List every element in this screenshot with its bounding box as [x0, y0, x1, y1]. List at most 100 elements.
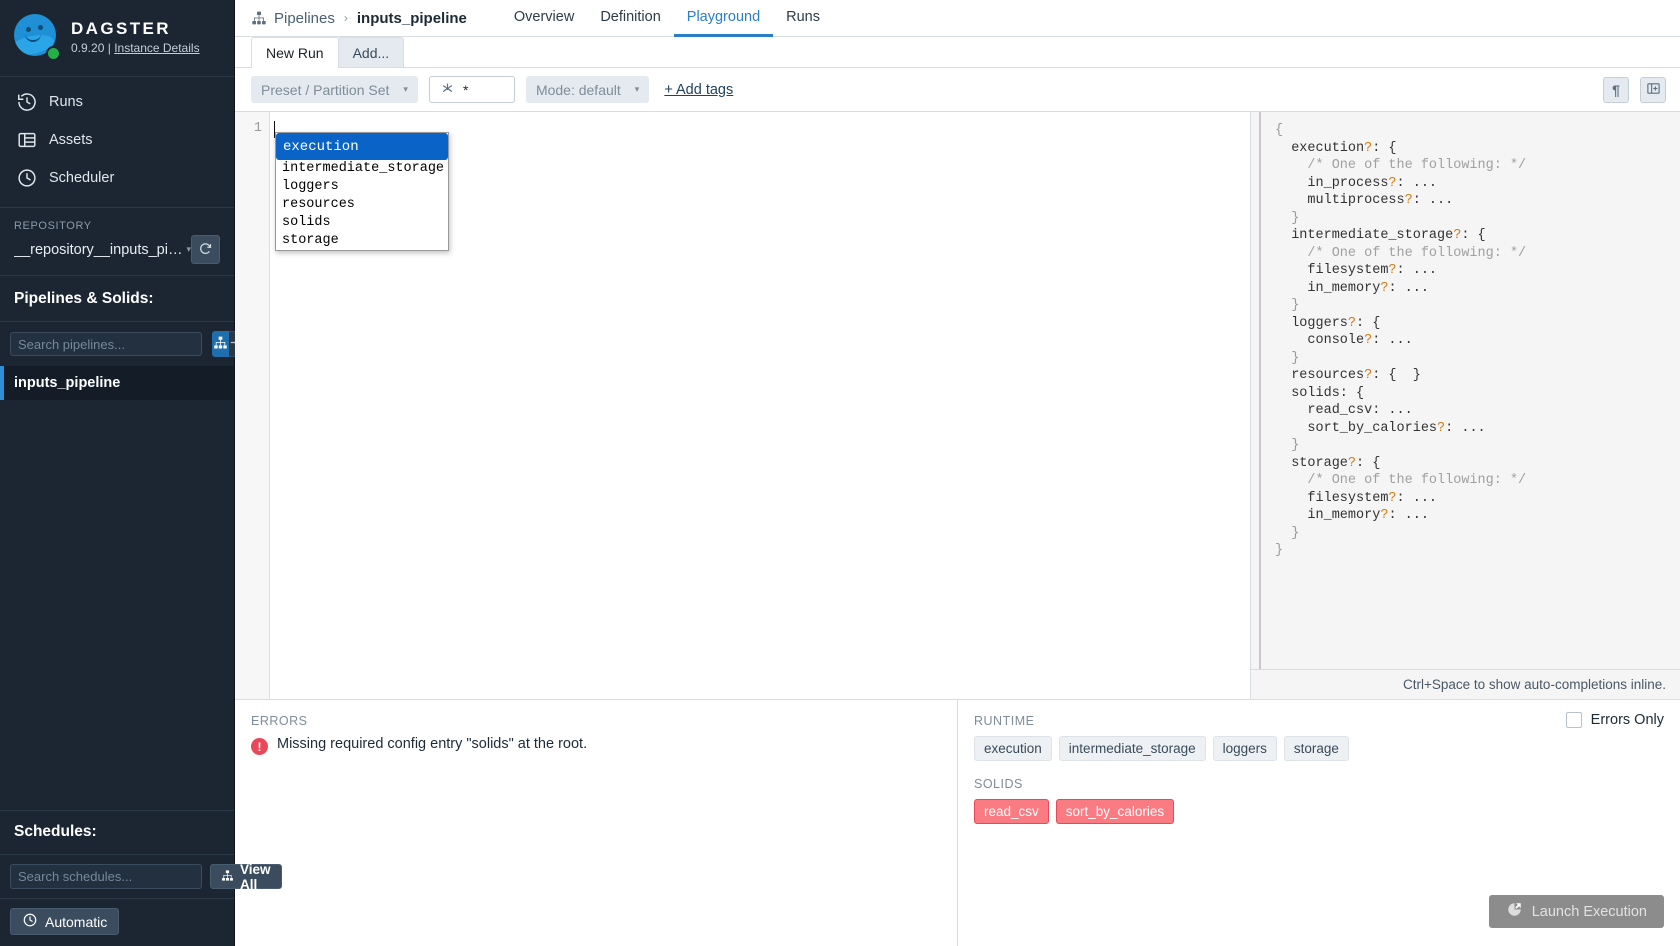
- errors-only-label: Errors Only: [1590, 712, 1664, 728]
- hierarchy-icon: [221, 869, 234, 885]
- toggle-doc-panel-button[interactable]: [1640, 76, 1666, 103]
- launch-execution-button[interactable]: Launch Execution: [1488, 895, 1664, 928]
- tab-definition[interactable]: Definition: [587, 0, 673, 37]
- error-message: Missing required config entry "solids" a…: [277, 736, 588, 752]
- solid-selection-icon: [440, 81, 455, 99]
- rocket-icon: [1506, 901, 1523, 922]
- repository-label: REPOSITORY: [14, 220, 92, 232]
- tab-runs[interactable]: Runs: [773, 0, 833, 37]
- autocomplete-option-storage[interactable]: storage: [276, 232, 448, 250]
- mode-select[interactable]: Mode: default ▾: [525, 76, 650, 103]
- pipelines-search-row: [0, 322, 247, 366]
- refresh-icon: [198, 241, 213, 259]
- pipeline-item-label: inputs_pipeline: [14, 375, 121, 391]
- sidebar-item-label: Runs: [49, 94, 83, 110]
- run-tabs-bar: New Run Add...: [235, 37, 1680, 68]
- brand-header: DAGSTER 0.9.20 | Instance Details: [0, 0, 234, 77]
- mode-label: Mode: default: [535, 81, 621, 98]
- launch-execution-label: Launch Execution: [1531, 903, 1647, 920]
- schedules-section-heading: Schedules:: [0, 810, 234, 855]
- tab-playground[interactable]: Playground: [673, 0, 774, 37]
- breadcrumb-separator: ›: [343, 11, 348, 25]
- runtime-tag-loggers[interactable]: loggers: [1212, 736, 1277, 761]
- runtime-label: RUNTIME: [974, 714, 1035, 728]
- clock-icon: [22, 912, 38, 931]
- autocomplete-hint: Ctrl+Space to show auto-completions inli…: [1251, 669, 1680, 699]
- autocomplete-option-solids[interactable]: solids: [276, 214, 448, 232]
- autocomplete-option-loggers[interactable]: loggers: [276, 178, 448, 196]
- config-editor[interactable]: 1 execution intermediate_storage loggers…: [235, 112, 1250, 699]
- errors-only-toggle[interactable]: Errors Only: [1565, 712, 1664, 728]
- sidebar-footer: Automatic: [0, 898, 234, 946]
- sidebar-item-assets[interactable]: Assets: [0, 121, 234, 159]
- main-area: Pipelines › inputs_pipeline Overview Def…: [235, 0, 1680, 946]
- automatic-theme-button[interactable]: Automatic: [10, 908, 120, 935]
- solids-tag-list: read_csv sort_by_calories: [974, 799, 1664, 824]
- breadcrumb-current-pipeline[interactable]: inputs_pipeline: [357, 10, 467, 27]
- line-number: 1: [253, 121, 262, 136]
- runtime-tag-execution[interactable]: execution: [974, 736, 1052, 761]
- sidebar-item-label: Scheduler: [49, 170, 115, 186]
- editor-row: 1 execution intermediate_storage loggers…: [235, 112, 1680, 700]
- config-toolbar: Preset / Partition Set ▾ * Mode: default…: [235, 68, 1680, 112]
- run-tab-add[interactable]: Add...: [337, 37, 405, 67]
- app-root: DAGSTER 0.9.20 | Instance Details Runs A…: [0, 0, 1680, 946]
- runtime-tag-intermediate-storage[interactable]: intermediate_storage: [1058, 736, 1206, 761]
- automatic-label: Automatic: [45, 913, 108, 930]
- sidebar-item-label: Assets: [49, 132, 93, 148]
- preset-partition-set-select[interactable]: Preset / Partition Set ▾: [251, 76, 418, 103]
- repository-name[interactable]: __repository__inputs_pipeline: [14, 242, 183, 258]
- editor-code-area[interactable]: execution intermediate_storage loggers r…: [270, 112, 1250, 699]
- solid-selection-value: *: [462, 81, 469, 98]
- preset-label: Preset / Partition Set: [261, 81, 390, 98]
- search-schedules-input[interactable]: [10, 864, 202, 889]
- solid-tag-sort-by-calories[interactable]: sort_by_calories: [1055, 799, 1175, 824]
- launch-button-wrap: Launch Execution: [974, 895, 1664, 946]
- clock-icon: [16, 167, 38, 189]
- breadcrumb: Pipelines › inputs_pipeline: [251, 10, 467, 27]
- pipeline-list-item[interactable]: inputs_pipeline: [0, 366, 234, 400]
- hierarchy-icon: [251, 10, 267, 26]
- top-navigation-bar: Pipelines › inputs_pipeline Overview Def…: [235, 0, 1680, 37]
- hierarchy-icon: [213, 335, 228, 353]
- version-label: 0.9.20: [71, 41, 105, 56]
- brand-subtitle: 0.9.20 | Instance Details: [71, 41, 200, 55]
- dagster-logo: [14, 14, 61, 61]
- instance-details-link[interactable]: Instance Details: [114, 41, 199, 55]
- brand-title: DAGSTER: [71, 18, 171, 38]
- tab-overview[interactable]: Overview: [501, 0, 587, 37]
- search-pipelines-input[interactable]: [10, 332, 202, 356]
- sidebar-item-scheduler[interactable]: Scheduler: [0, 159, 234, 197]
- pipelines-section-heading: Pipelines & Solids:: [0, 276, 234, 322]
- errors-only-checkbox[interactable]: [1565, 712, 1582, 728]
- autocomplete-option-resources[interactable]: resources: [276, 196, 448, 214]
- error-icon: !: [251, 738, 268, 755]
- runtime-tag-list: execution intermediate_storage loggers s…: [974, 736, 1664, 761]
- chevron-down-icon: ▾: [634, 84, 640, 94]
- toggle-whitespace-button[interactable]: ¶: [1603, 76, 1629, 103]
- sidebar-nav: Runs Assets Scheduler: [0, 77, 234, 208]
- bottom-panels: ERRORS ! Missing required config entry "…: [235, 700, 1680, 946]
- config-schema-panel: { execution?: { /* One of the following:…: [1250, 112, 1680, 699]
- solid-selection-input[interactable]: *: [428, 76, 515, 103]
- breadcrumb-pipelines-link[interactable]: Pipelines: [274, 10, 335, 27]
- autocomplete-option-intermediate-storage[interactable]: intermediate_storage: [276, 160, 448, 178]
- toggle-pipelines-view-button[interactable]: [212, 331, 229, 357]
- errors-label: ERRORS: [251, 714, 308, 728]
- brand-separator: |: [107, 41, 111, 56]
- add-tags-button[interactable]: + Add tags: [664, 82, 733, 98]
- run-tab-new-run[interactable]: New Run: [251, 37, 339, 68]
- repository-block: REPOSITORY __repository__inputs_pipeline…: [0, 208, 234, 276]
- runtime-panel: Errors Only RUNTIME execution intermedia…: [957, 700, 1680, 946]
- editor-gutter: 1: [235, 112, 270, 699]
- runtime-spacer: [974, 840, 1664, 895]
- reload-repository-button[interactable]: [191, 235, 220, 264]
- config-schema-code: { execution?: { /* One of the following:…: [1259, 112, 1680, 669]
- autocomplete-dropdown[interactable]: execution intermediate_storage loggers r…: [275, 132, 450, 251]
- autocomplete-option-execution[interactable]: execution: [276, 133, 449, 160]
- solid-tag-read-csv[interactable]: read_csv: [974, 799, 1049, 824]
- table-icon: [16, 129, 38, 151]
- history-icon: [16, 91, 38, 113]
- runtime-tag-storage[interactable]: storage: [1283, 736, 1349, 761]
- sidebar-item-runs[interactable]: Runs: [0, 83, 234, 121]
